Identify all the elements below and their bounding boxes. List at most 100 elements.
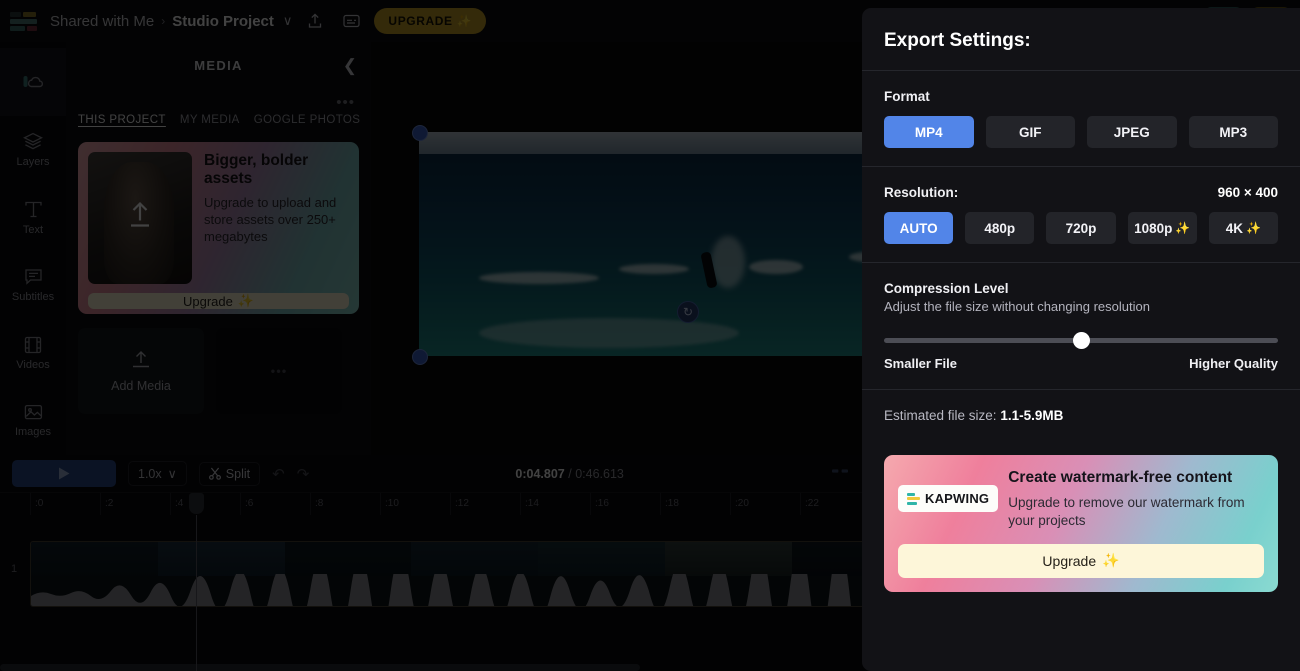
estimated-size-prefix: Estimated file size: bbox=[884, 408, 997, 423]
left-rail: Layers Text Subtitles Videos Images bbox=[0, 42, 66, 455]
resolution-header: Resolution: 960 × 400 bbox=[884, 185, 1278, 200]
preview-foam bbox=[619, 264, 689, 274]
estimated-file-size: Estimated file size: 1.1-5.9MB bbox=[884, 408, 1278, 423]
sparkle-icon: ✨ bbox=[456, 14, 473, 28]
redo-icon[interactable]: ↷ bbox=[297, 465, 310, 483]
breadcrumb-separator: › bbox=[161, 14, 166, 28]
sidebar-item-upload[interactable] bbox=[0, 48, 66, 116]
tab-this-project[interactable]: THIS PROJECT bbox=[78, 114, 166, 126]
watermark-text: Create watermark-free content Upgrade to… bbox=[1008, 469, 1264, 530]
upload-icon bbox=[123, 199, 157, 238]
current-time: 0:04.807 bbox=[515, 466, 565, 481]
sidebar-item-subtitles[interactable]: Subtitles bbox=[0, 251, 66, 319]
estimated-size-section: Estimated file size: 1.1-5.9MB bbox=[862, 390, 1300, 441]
resolution-option-4k[interactable]: 4K ✨ bbox=[1208, 212, 1279, 244]
resolution-label: Resolution: bbox=[884, 185, 959, 200]
ruler-tick: :0 bbox=[30, 493, 43, 516]
subtitles-icon[interactable] bbox=[338, 8, 364, 34]
format-option-mp4[interactable]: MP4 bbox=[884, 116, 974, 148]
ruler-tick: :6 bbox=[240, 493, 253, 516]
media-panel-header: MEDIA ❮ bbox=[66, 42, 371, 88]
format-option-mp3[interactable]: MP3 bbox=[1188, 116, 1278, 148]
slider-min-label: Smaller File bbox=[884, 356, 957, 371]
resolution-option-480p[interactable]: 480p bbox=[965, 212, 1035, 244]
ruler-tick: :20 bbox=[730, 493, 749, 516]
preview-foam bbox=[749, 260, 803, 274]
tab-my-media[interactable]: MY MEDIA bbox=[180, 114, 240, 126]
ruler-tick: :18 bbox=[660, 493, 679, 516]
more-horizontal-icon[interactable]: ••• bbox=[336, 94, 355, 111]
format-option-gif[interactable]: GIF bbox=[985, 116, 1075, 148]
compression-section: Compression Level Adjust the file size w… bbox=[862, 263, 1300, 390]
media-grid: Add Media ••• bbox=[66, 314, 371, 414]
playhead-line bbox=[196, 515, 197, 671]
resolution-option-label: 4K bbox=[1225, 220, 1244, 236]
watermark-heading: Create watermark-free content bbox=[1008, 469, 1233, 486]
timeline-horizontal-scrollbar[interactable] bbox=[0, 664, 640, 671]
play-button[interactable] bbox=[12, 460, 116, 487]
tab-google-photos[interactable]: GOOGLE PHOTOS bbox=[254, 114, 361, 126]
breadcrumb-project[interactable]: Studio Project bbox=[172, 13, 274, 30]
promo-body: Upgrade to upload and store assets over … bbox=[204, 194, 337, 244]
resolution-value: 960 × 400 bbox=[1217, 185, 1278, 200]
resolution-option-label: 720p bbox=[1065, 220, 1097, 236]
promo-upgrade-button[interactable]: Upgrade ✨ bbox=[88, 293, 349, 309]
resize-handle-top-left[interactable] bbox=[412, 125, 428, 141]
track-number: 1 bbox=[11, 563, 18, 575]
resolution-option-720p[interactable]: 720p bbox=[1046, 212, 1116, 244]
playhead-handle[interactable] bbox=[189, 493, 204, 514]
sparkle-icon: ✨ bbox=[1175, 221, 1191, 235]
sidebar-item-layers[interactable]: Layers bbox=[0, 116, 66, 184]
promo-top-row: Bigger, bolder assets Upgrade to upload … bbox=[88, 152, 349, 284]
slider-thumb[interactable] bbox=[1073, 332, 1090, 349]
add-media-button[interactable]: Add Media bbox=[78, 328, 204, 414]
watermark-upgrade-button[interactable]: Upgrade ✨ bbox=[898, 543, 1264, 578]
more-horizontal-icon[interactable]: ••• bbox=[271, 364, 288, 379]
watermark-promo-card: KAPWING Create watermark-free content Up… bbox=[884, 455, 1278, 592]
sidebar-item-images[interactable]: Images bbox=[0, 387, 66, 455]
ruler-tick: :10 bbox=[380, 493, 399, 516]
kapwing-logo: KAPWING bbox=[898, 485, 999, 512]
media-promo-card: Bigger, bolder assets Upgrade to upload … bbox=[78, 142, 359, 314]
breadcrumb: Shared with Me › Studio Project ∨ bbox=[50, 13, 292, 30]
watermark-upgrade-label: Upgrade bbox=[1042, 552, 1097, 569]
chevron-down-icon[interactable]: ∨ bbox=[283, 13, 293, 29]
upgrade-label: UPGRADE bbox=[388, 14, 453, 28]
total-time: 0:46.613 bbox=[575, 466, 624, 481]
sidebar-item-label: Layers bbox=[16, 155, 50, 168]
resize-handle-bottom-left[interactable] bbox=[412, 349, 428, 365]
breadcrumb-shared[interactable]: Shared with Me bbox=[50, 13, 154, 30]
chevron-left-icon[interactable]: ❮ bbox=[343, 56, 357, 76]
media-thumbnail-item[interactable]: ••• bbox=[216, 328, 342, 414]
kapwing-logo[interactable] bbox=[10, 10, 40, 32]
undo-icon[interactable]: ↶ bbox=[272, 465, 285, 483]
watermark-top-row: KAPWING Create watermark-free content Up… bbox=[898, 469, 1264, 530]
sidebar-item-text[interactable]: Text bbox=[0, 184, 66, 252]
compression-slider[interactable] bbox=[884, 332, 1278, 349]
resolution-option-auto[interactable]: AUTO bbox=[884, 212, 954, 244]
split-button[interactable]: Split bbox=[198, 461, 261, 486]
upgrade-button[interactable]: UPGRADE ✨ bbox=[374, 8, 487, 34]
ruler-tick: :8 bbox=[310, 493, 323, 516]
slider-max-label: Higher Quality bbox=[1189, 356, 1278, 371]
rotate-icon[interactable]: ↻ bbox=[677, 301, 699, 323]
promo-upgrade-label: Upgrade bbox=[182, 293, 233, 309]
preview-foam bbox=[479, 318, 739, 348]
compression-label: Compression Level bbox=[884, 281, 1009, 296]
promo-thumbnail bbox=[88, 152, 192, 284]
resolution-option-1080p[interactable]: 1080p ✨ bbox=[1127, 212, 1197, 244]
format-option-jpeg[interactable]: JPEG bbox=[1087, 116, 1177, 148]
sidebar-item-videos[interactable]: Videos bbox=[0, 319, 66, 387]
speed-value: 1.0x bbox=[138, 466, 162, 481]
playback-speed-selector[interactable]: 1.0x ∨ bbox=[128, 461, 187, 486]
slider-end-labels: Smaller File Higher Quality bbox=[884, 356, 1278, 371]
sidebar-item-label: Videos bbox=[16, 358, 50, 371]
media-tabs: THIS PROJECT MY MEDIA GOOGLE PHOTOS bbox=[66, 88, 371, 126]
format-section: Format MP4 GIF JPEG MP3 bbox=[862, 71, 1300, 167]
upload-share-icon[interactable] bbox=[302, 8, 328, 34]
fullscreen-icon[interactable] bbox=[830, 463, 850, 484]
format-label: Format bbox=[884, 89, 930, 104]
watermark-body: Upgrade to remove our watermark from you… bbox=[1008, 495, 1245, 529]
promo-text: Bigger, bolder assets Upgrade to upload … bbox=[204, 152, 349, 284]
ruler-tick: :14 bbox=[520, 493, 539, 516]
